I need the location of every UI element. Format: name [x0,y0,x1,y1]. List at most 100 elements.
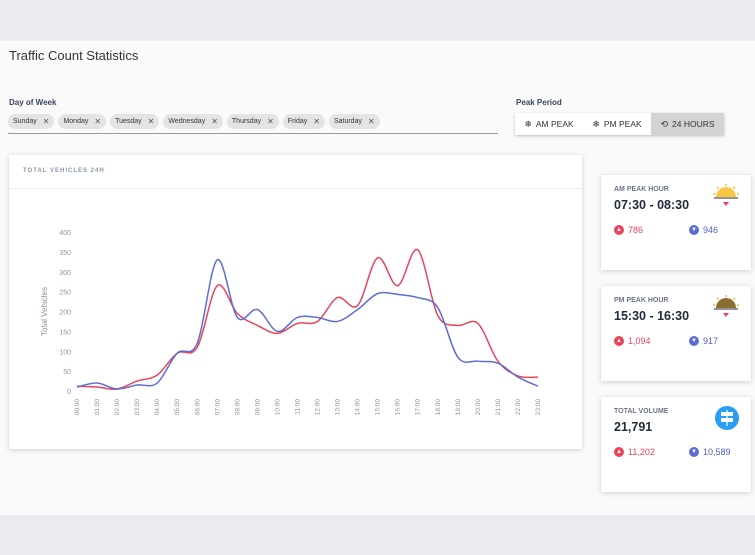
stat-value: 07:30 - 08:30 [614,198,690,212]
x-tick-label: 02:00 [114,399,121,416]
x-tick-label: 09:00 [254,399,261,416]
x-tick-label: 18:00 [435,399,442,416]
y-tick-label: 400 [59,230,71,237]
24-hours-button[interactable]: ⟲ 24 HOURS [651,113,724,135]
stat-label: TOTAL VOLUME [614,408,669,415]
y-axis-label: Total Vehicles [40,287,49,336]
dashboard-page: Traffic Count Statistics Day of Week Sun… [0,41,755,515]
stat-down: ▼ 10,589 [689,447,731,457]
am-peak-label: AM PEAK [535,119,574,129]
x-tick-label: 20:00 [475,399,482,416]
chip-friday[interactable]: Friday ✕ [282,114,325,129]
x-tick-label: 08:00 [234,399,241,416]
y-tick-label: 300 [59,270,71,277]
page-title: Traffic Count Statistics [9,48,139,63]
close-icon[interactable]: ✕ [94,117,101,126]
24-hours-label: 24 HOURS [672,119,715,129]
arrow-down-icon: ▼ [689,336,699,346]
stat-value: 15:30 - 16:30 [614,309,690,323]
peak-period-toggle: ❄ AM PEAK ❄ PM PEAK ⟲ 24 HOURS [515,113,724,135]
pm-peak-button[interactable]: ❄ PM PEAK [583,113,651,135]
snowflake-icon: ❄ [524,118,532,129]
x-tick-label: 03:00 [134,399,141,416]
road-sign-icon [715,406,739,430]
day-of-week-label: Day of Week [9,98,57,107]
close-icon[interactable]: ✕ [267,117,274,126]
x-tick-label: 04:00 [154,399,161,416]
chip-sunday[interactable]: Sunday ✕ [8,114,55,129]
x-tick-label: 14:00 [355,399,362,416]
chip-thursday[interactable]: Thursday ✕ [226,114,279,129]
chip-wednesday[interactable]: Wednesday ✕ [163,114,223,129]
chip-label: Thursday [231,118,262,125]
chip-label: Tuesday [115,118,142,125]
x-tick-label: 06:00 [194,399,201,416]
chip-saturday[interactable]: Saturday ✕ [328,114,380,129]
arrow-down-icon: ▼ [689,225,699,235]
stat-up-value: 1,094 [628,336,651,346]
y-tick-label: 350 [59,250,71,257]
x-tick-label: 10:00 [274,399,281,416]
chip-label: Wednesday [168,118,206,125]
x-tick-label: 22:00 [515,399,522,416]
x-tick-label: 21:00 [495,399,502,416]
x-tick-label: 13:00 [335,399,342,416]
x-tick-label: 01:00 [94,399,101,416]
x-tick-label: 16:00 [395,399,402,416]
history-icon: ⟲ [660,118,669,129]
chip-label: Sunday [13,118,37,125]
x-tick-label: 15:00 [375,399,382,416]
sunset-icon [713,295,739,317]
y-tick-label: 250 [59,290,71,297]
series-line-blue [76,259,539,390]
stat-label: PM PEAK HOUR [614,297,669,304]
close-icon[interactable]: ✕ [313,117,320,126]
y-tick-label: 50 [63,369,71,376]
stat-up: ▲ 786 [614,225,643,235]
chip-label: Friday [287,118,308,125]
x-tick-label: 17:00 [415,399,422,416]
y-tick-label: 150 [59,329,71,336]
stat-up-value: 11,202 [628,447,655,457]
day-of-week-select[interactable]: Sunday ✕ Monday ✕ Tuesday ✕ Wednesday ✕ Thur… [8,114,498,134]
stat-up: ▲ 11,202 [614,447,655,457]
snowflake-icon: ❄ [592,118,600,129]
x-tick-label: 23:00 [535,399,542,416]
arrow-up-icon: ▲ [614,225,624,235]
am-peak-card: AM PEAK HOUR 07:30 - 08:30 ▲ 786 ▼ 946 [601,175,751,270]
stat-label: AM PEAK HOUR [614,186,669,193]
stat-down: ▼ 946 [689,225,718,235]
close-icon[interactable]: ✕ [43,117,50,126]
close-icon[interactable]: ✕ [211,117,218,126]
stat-value: 21,791 [614,420,653,434]
line-chart: 0 50 100 150 200 250 300 350 400 Total Vehicles 00… [40,230,542,416]
chip-monday[interactable]: Monday ✕ [58,114,107,129]
arrow-up-icon: ▲ [614,336,624,346]
close-icon[interactable]: ✕ [368,117,375,126]
close-icon[interactable]: ✕ [148,117,155,126]
arrow-down-icon: ▼ [689,447,699,457]
chart-card: TOTAL VEHICLES 24H 0 50 100 150 200 250 300 350… [9,155,582,449]
stat-down-value: 917 [703,336,719,346]
x-tick-label: 12:00 [315,399,322,416]
series-line-red [76,249,539,390]
stat-down: ▼ 917 [689,336,718,346]
am-peak-button[interactable]: ❄ AM PEAK [515,113,583,135]
pm-peak-label: PM PEAK [603,119,642,129]
x-tick-label: 19:00 [455,399,462,416]
chart-title: TOTAL VEHICLES 24H [9,155,582,189]
y-tick-label: 200 [59,310,71,317]
chip-label: Monday [63,118,89,125]
pm-peak-card: PM PEAK HOUR 15:30 - 16:30 ▲ 1,094 ▼ 917 [601,286,751,381]
x-tick-label: 07:00 [214,399,221,416]
chip-tuesday[interactable]: Tuesday ✕ [110,114,160,129]
stat-up: ▲ 1,094 [614,336,651,346]
peak-period-label: Peak Period [516,98,562,107]
stat-down-value: 946 [703,225,719,235]
x-tick-label: 11:00 [294,399,301,415]
chip-label: Saturday [333,118,362,125]
x-tick-label: 00:00 [74,399,81,416]
stat-down-value: 10,589 [703,447,731,457]
sunrise-icon [713,184,739,206]
arrow-up-icon: ▲ [614,447,624,457]
